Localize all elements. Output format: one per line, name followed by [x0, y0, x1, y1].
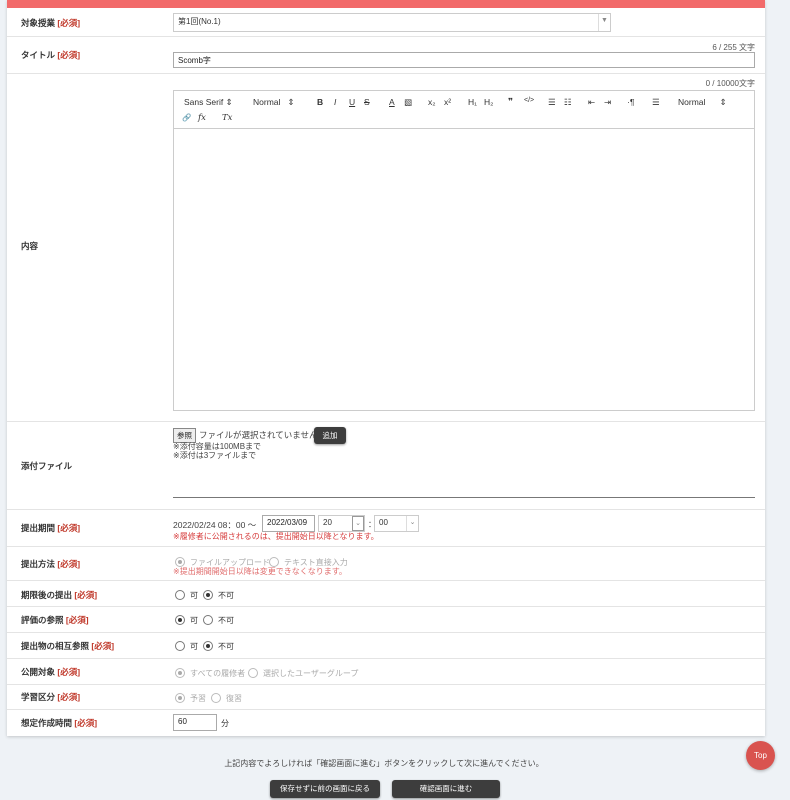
- row-period: 提出期間 [必須] 2022/02/24 08：00 ～ 2022/03/09 …: [7, 510, 765, 547]
- scroll-top-button[interactable]: Top: [746, 741, 775, 770]
- attachment-label: 添付ファイル: [21, 461, 73, 471]
- size-select[interactable]: Normal ⇕: [253, 97, 295, 108]
- row-attachment: 添付ファイル 参照 ファイルが選択されていません。 追加 ※添付容量は100MB…: [7, 422, 765, 510]
- period-date-input[interactable]: 2022/03/09: [262, 515, 315, 532]
- superscript-icon[interactable]: x²: [444, 97, 451, 107]
- outdent-icon[interactable]: ⇤: [588, 97, 595, 108]
- eval-deny-text: 不可: [218, 616, 234, 625]
- eval-label: 評価の参照 [必須]: [21, 615, 89, 625]
- audience-all-radio[interactable]: [175, 668, 185, 678]
- align-select[interactable]: Normal ⇕: [678, 97, 727, 108]
- text-color-icon[interactable]: A: [389, 97, 395, 107]
- study-label: 学習区分 [必須]: [21, 692, 81, 702]
- method-label: 提出方法 [必須]: [21, 559, 81, 569]
- audience-all-text: すべての履修者: [190, 669, 246, 678]
- content-label: 内容: [21, 241, 39, 251]
- mutual-allow-radio[interactable]: [175, 641, 185, 651]
- title-label: タイトル [必須]: [21, 50, 81, 60]
- eval-allow-text: 可: [190, 616, 198, 625]
- rich-text-editor[interactable]: Sans Serif ⇕ Normal ⇕ B I U S A ▧ x₂ x² …: [173, 90, 755, 411]
- course-label: 対象授業 [必須]: [21, 18, 81, 28]
- quote-icon[interactable]: ❞: [508, 96, 513, 107]
- row-eval: 評価の参照 [必須] 可 不可: [7, 607, 765, 633]
- no-file-text: ファイルが選択されていません。: [199, 430, 326, 440]
- period-warning: ※履修者に公開されるのは、提出開始日以降となります。: [173, 532, 379, 541]
- row-late: 期限後の提出 [必須] 可 不可: [7, 581, 765, 607]
- font-select[interactable]: Sans Serif ⇕: [184, 97, 233, 108]
- course-select[interactable]: 第1回(No.1) ▼: [173, 13, 611, 32]
- late-deny-text: 不可: [218, 591, 234, 600]
- formula-icon[interactable]: fx: [198, 113, 206, 123]
- row-audience: 公開対象 [必須] すべての履修者 選択したユーザーグループ: [7, 659, 765, 685]
- eval-allow-radio[interactable]: [175, 615, 185, 625]
- mutual-deny-text: 不可: [218, 642, 234, 651]
- study-prep-radio[interactable]: [175, 693, 185, 703]
- study-prep-text: 予習: [190, 694, 206, 703]
- eval-deny-radio[interactable]: [203, 615, 213, 625]
- code-icon[interactable]: </>: [524, 97, 534, 104]
- period-hour-select[interactable]: 20 ⌄: [318, 515, 365, 532]
- footer-message: 上記内容でよろしければ「確認画面に進む」ボタンをクリックして次に進んでください。: [224, 759, 544, 768]
- time-unit: 分: [221, 719, 229, 728]
- strike-icon[interactable]: S: [364, 97, 370, 107]
- late-allow-radio[interactable]: [175, 590, 185, 600]
- row-method: 提出方法 [必須] ファイルアップロード テキスト直接入力 ※提出期間開始日以降…: [7, 547, 765, 581]
- study-review-radio[interactable]: [211, 693, 221, 703]
- audience-group-radio[interactable]: [248, 668, 258, 678]
- h2-icon[interactable]: H₂: [484, 97, 493, 107]
- indent-icon[interactable]: ⇥: [604, 97, 611, 108]
- add-file-button[interactable]: 追加: [314, 427, 346, 444]
- period-label: 提出期間 [必須]: [21, 523, 81, 533]
- confirm-button[interactable]: 確認画面に進む: [392, 780, 500, 798]
- row-study: 学習区分 [必須] 予習 復習: [7, 685, 765, 710]
- period-start: 2022/02/24 08：00 ～: [173, 520, 257, 530]
- time-input[interactable]: 60: [173, 714, 217, 731]
- row-title: タイトル [必須] 6 / 255 文字 Scomb字: [7, 37, 765, 74]
- italic-icon[interactable]: I: [334, 97, 336, 107]
- content-counter: 0 / 10000文字: [705, 79, 755, 88]
- chevron-down-icon: ⌄: [406, 516, 418, 531]
- h1-icon[interactable]: H₁: [468, 97, 477, 107]
- back-button[interactable]: 保存せずに前の画面に戻る: [270, 780, 380, 798]
- row-mutual: 提出物の相互参照 [必須] 可 不可: [7, 633, 765, 659]
- study-review-text: 復習: [226, 694, 242, 703]
- chevron-down-icon: ▼: [598, 14, 610, 31]
- audience-group-text: 選択したユーザーグループ: [263, 669, 359, 678]
- bullet-list-icon[interactable]: ☷: [564, 97, 572, 108]
- link-icon[interactable]: 🔗: [182, 113, 191, 122]
- chevron-down-icon: ⌄: [352, 516, 364, 531]
- editor-toolbar: Sans Serif ⇕ Normal ⇕ B I U S A ▧ x₂ x² …: [174, 91, 754, 129]
- method-warning: ※提出期間開始日以降は変更できなくなります。: [173, 567, 347, 576]
- mutual-label: 提出物の相互参照 [必須]: [21, 641, 115, 651]
- direction-icon[interactable]: ·¶: [627, 97, 634, 107]
- row-course: 対象授業 [必須] 第1回(No.1) ▼: [7, 8, 765, 37]
- audience-label: 公開対象 [必須]: [21, 667, 81, 677]
- highlight-icon[interactable]: ▧: [404, 97, 412, 108]
- late-allow-text: 可: [190, 591, 198, 600]
- underline-icon[interactable]: U: [349, 97, 355, 107]
- attachment-divider: [173, 497, 755, 498]
- count-note: ※添付は3ファイルまで: [173, 451, 257, 460]
- form-card: 対象授業 [必須] 第1回(No.1) ▼ タイトル [必須] 6 / 255 …: [7, 0, 765, 736]
- accent-bar: [7, 0, 765, 8]
- title-input[interactable]: Scomb字: [173, 52, 755, 68]
- ordered-list-icon[interactable]: ☰: [548, 97, 556, 108]
- subscript-icon[interactable]: x₂: [428, 97, 436, 107]
- late-label: 期限後の提出 [必須]: [21, 590, 98, 600]
- scrollbar[interactable]: [768, 0, 790, 800]
- bold-icon[interactable]: B: [317, 97, 323, 107]
- period-minute-select[interactable]: 00 ⌄: [374, 515, 419, 532]
- align-icon[interactable]: ☰: [652, 97, 660, 108]
- time-label: 想定作成時間 [必須]: [21, 718, 98, 728]
- late-deny-radio[interactable]: [203, 590, 213, 600]
- mutual-allow-text: 可: [190, 642, 198, 651]
- row-time: 想定作成時間 [必須] 60 分: [7, 710, 765, 736]
- mutual-deny-radio[interactable]: [203, 641, 213, 651]
- clear-format-icon[interactable]: Tx: [222, 113, 232, 123]
